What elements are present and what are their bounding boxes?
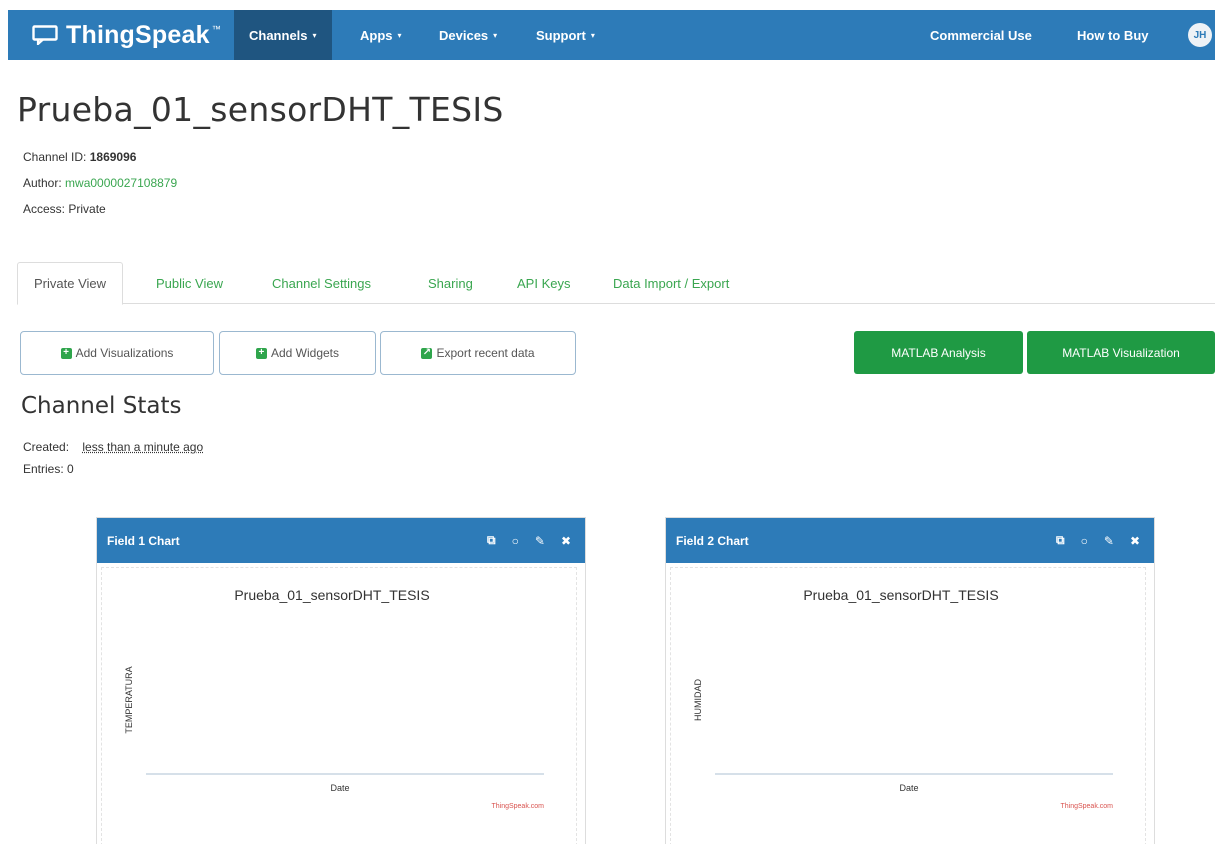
comment-icon[interactable]: ○ [1081,534,1088,548]
nav-apps[interactable]: Apps ▾ [360,10,402,60]
external-link-icon[interactable]: ⧉ [487,533,496,548]
tab-data-import-export[interactable]: Data Import / Export [613,262,729,304]
plus-square-icon: + [60,347,72,359]
x-axis-label: Date [330,783,349,793]
add-widgets-button[interactable]: + Add Widgets [219,331,376,375]
field1-panel-header: Field 1 Chart ⧉ ○ ✎ ✖ [97,518,585,563]
add-widgets-label: Add Widgets [270,346,340,360]
x-axis-label: Date [899,783,918,793]
chevron-down-icon: ▾ [493,30,498,40]
channel-id-value: 1869096 [89,150,137,164]
top-navbar: ThingSpeak ™ Channels ▾ Apps ▾ Devices ▾ Su… [8,10,1215,60]
trademark-symbol: ™ [211,24,221,34]
matlab-analysis-button[interactable]: MATLAB Analysis [854,331,1023,374]
pencil-icon[interactable]: ✎ [1104,534,1114,548]
created-value: less than a minute ago [82,440,204,454]
nav-commercial-use[interactable]: Commercial Use [930,10,1032,60]
field1-panel-title: Field 1 Chart [107,533,180,548]
chart-title: Prueba_01_sensorDHT_TESIS [803,587,998,603]
channel-stats-heading: Channel Stats [21,393,182,419]
external-link-icon[interactable]: ⧉ [1056,533,1065,548]
thingspeak-logo[interactable]: ThingSpeak ™ [32,10,221,60]
tab-api-keys[interactable]: API Keys [517,262,570,304]
comment-icon[interactable]: ○ [512,534,519,548]
close-icon[interactable]: ✖ [561,534,571,548]
export-recent-data-label: Export recent data [436,346,535,360]
field2-chart-area: Prueba_01_sensorDHT_TESIS HUMIDAD Date T… [670,567,1146,844]
entries-label: Entries: [23,462,64,476]
field2-panel-toolbar: ⧉ ○ ✎ ✖ [1056,518,1140,563]
channel-id-line: Channel ID: 1869096 [23,150,136,164]
close-icon[interactable]: ✖ [1130,534,1140,548]
export-recent-data-button[interactable]: ↗ Export recent data [380,331,576,375]
page-title: Prueba_01_sensorDHT_TESIS [17,90,504,129]
access-line: Access: Private [23,202,106,216]
tab-private-view[interactable]: Private View [17,262,124,305]
nav-apps-label: Apps [360,27,393,43]
user-avatar[interactable]: JH [1188,23,1212,47]
chevron-down-icon: ▾ [397,30,402,40]
access-value: Private [68,202,106,216]
add-visualizations-button[interactable]: + Add Visualizations [20,331,214,375]
field1-panel-toolbar: ⧉ ○ ✎ ✖ [487,518,571,563]
field1-chart-area: Prueba_01_sensorDHT_TESIS TEMPERATURA Da… [101,567,577,844]
nav-support-label: Support [536,27,586,43]
chevron-down-icon: ▾ [590,30,595,40]
pencil-icon[interactable]: ✎ [535,534,545,548]
entries-value: 0 [67,462,74,476]
chevron-down-icon: ▾ [312,30,317,40]
tab-public-view[interactable]: Public View [156,262,223,304]
channel-id-label: Channel ID: [23,150,87,164]
nav-channels[interactable]: Channels ▾ [234,10,332,60]
plus-square-icon: + [255,347,267,359]
field2-chart: Prueba_01_sensorDHT_TESIS HUMIDAD Date T… [693,587,1113,810]
nav-how-to-buy[interactable]: How to Buy [1077,10,1149,60]
thingspeak-credit-link[interactable]: ThingSpeak.com [1060,803,1113,810]
field2-chart-panel: Field 2 Chart ⧉ ○ ✎ ✖ Prueba_01_sensorDH… [665,517,1155,844]
tab-channel-settings[interactable]: Channel Settings [272,262,371,304]
access-label: Access: [23,202,66,216]
nav-devices-label: Devices [439,27,489,43]
nav-support[interactable]: Support ▾ [536,10,595,60]
thingspeak-credit-link[interactable]: ThingSpeak.com [491,803,544,810]
channel-tabs: Private View Public View Channel Setting… [17,262,1215,305]
created-label: Created: [23,440,70,454]
field2-panel-title: Field 2 Chart [676,533,749,548]
entries-line: Entries: 0 [23,462,74,476]
chart-title: Prueba_01_sensorDHT_TESIS [234,587,429,603]
y-axis-label: TEMPERATURA [124,666,134,733]
author-line: Author: mwa0000027108879 [23,176,177,190]
nav-channels-label: Channels [249,27,308,43]
add-visualizations-label: Add Visualizations [75,346,174,360]
brand-name: ThingSpeak [66,20,210,49]
chat-bubble-icon [32,25,58,45]
created-line: Created: less than a minute ago [23,440,203,454]
field1-chart: Prueba_01_sensorDHT_TESIS TEMPERATURA Da… [124,587,544,810]
export-icon: ↗ [421,347,433,359]
author-label: Author: [23,176,62,190]
field1-chart-panel: Field 1 Chart ⧉ ○ ✎ ✖ Prueba_01_sensorDH… [96,517,586,844]
nav-devices[interactable]: Devices ▾ [439,10,497,60]
field2-panel-header: Field 2 Chart ⧉ ○ ✎ ✖ [666,518,1154,563]
y-axis-label: HUMIDAD [693,679,703,721]
tab-sharing[interactable]: Sharing [428,262,473,304]
matlab-visualization-button[interactable]: MATLAB Visualization [1027,331,1215,374]
author-link[interactable]: mwa0000027108879 [65,176,177,190]
